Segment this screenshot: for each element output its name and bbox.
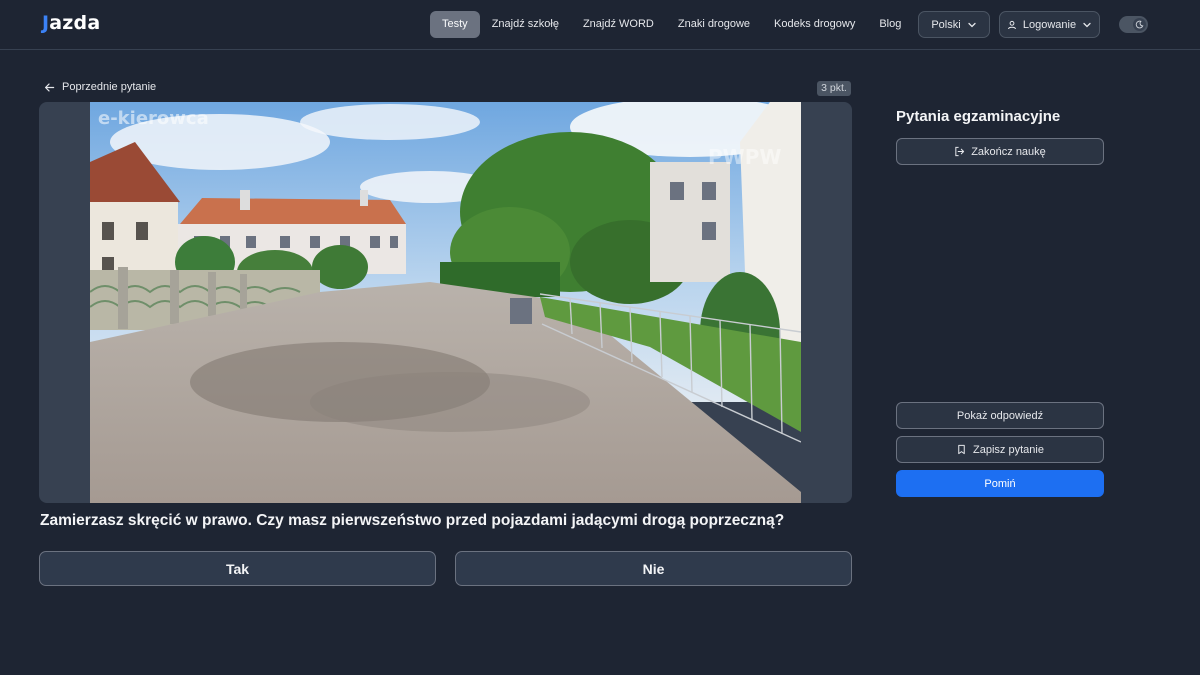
moon-icon xyxy=(1135,20,1144,29)
question-image: e-kierowca PWPW xyxy=(90,102,801,503)
question-text: Zamierzasz skręcić w prawo. Czy masz pie… xyxy=(40,512,785,529)
watermark-right: PWPW xyxy=(708,145,781,169)
skip-button[interactable]: Pomiń xyxy=(896,470,1104,497)
chevron-down-icon xyxy=(1083,22,1091,27)
end-study-label: Zakończ naukę xyxy=(971,145,1046,158)
previous-question-link[interactable]: Poprzednie pytanie xyxy=(44,81,156,93)
language-label: Polski xyxy=(931,18,961,31)
top-navbar: Jazda Testy Znajdź szkołę Znajdź WORD Zn… xyxy=(0,0,1200,50)
end-study-button[interactable]: Zakończ naukę xyxy=(896,138,1104,165)
user-icon xyxy=(1007,20,1016,29)
points-badge: 3 pkt. xyxy=(817,81,851,96)
save-question-label: Zapisz pytanie xyxy=(973,443,1044,456)
answer-yes-button[interactable]: Tak xyxy=(39,551,436,586)
nav-item-znajdz-szkole[interactable]: Znajdź szkołę xyxy=(480,11,571,38)
chevron-down-icon xyxy=(968,22,976,27)
skip-label: Pomiń xyxy=(984,477,1016,490)
login-dropdown[interactable]: Logowanie xyxy=(999,11,1100,38)
save-question-button[interactable]: Zapisz pytanie xyxy=(896,436,1104,463)
sidebar-title: Pytania egzaminacyjne xyxy=(896,108,1061,125)
nav-item-testy[interactable]: Testy xyxy=(430,11,480,38)
theme-toggle-knob xyxy=(1133,18,1146,31)
login-label: Logowanie xyxy=(1022,18,1077,31)
nav-item-blog[interactable]: Blog xyxy=(867,11,913,38)
show-answer-button[interactable]: Pokaż odpowiedź xyxy=(896,402,1104,429)
logo[interactable]: Jazda xyxy=(42,12,100,34)
watermark-left: e-kierowca xyxy=(98,108,209,129)
main-nav: Testy Znajdź szkołę Znajdź WORD Znaki dr… xyxy=(430,11,913,38)
language-dropdown[interactable]: Polski xyxy=(918,11,990,38)
logo-text: azda xyxy=(49,12,101,34)
arrow-left-icon xyxy=(44,82,55,92)
theme-toggle[interactable] xyxy=(1119,16,1148,33)
answer-no-button[interactable]: Nie xyxy=(455,551,852,586)
show-answer-label: Pokaż odpowiedź xyxy=(956,409,1044,422)
nav-item-znajdz-word[interactable]: Znajdź WORD xyxy=(571,11,666,38)
previous-question-label: Poprzednie pytanie xyxy=(62,81,157,93)
logo-mark: J xyxy=(42,12,50,34)
nav-item-znaki-drogowe[interactable]: Znaki drogowe xyxy=(666,11,762,38)
question-media: e-kierowca PWPW xyxy=(39,102,852,503)
logout-icon xyxy=(955,146,965,157)
nav-item-kodeks-drogowy[interactable]: Kodeks drogowy xyxy=(762,11,867,38)
bookmark-icon xyxy=(958,444,965,455)
